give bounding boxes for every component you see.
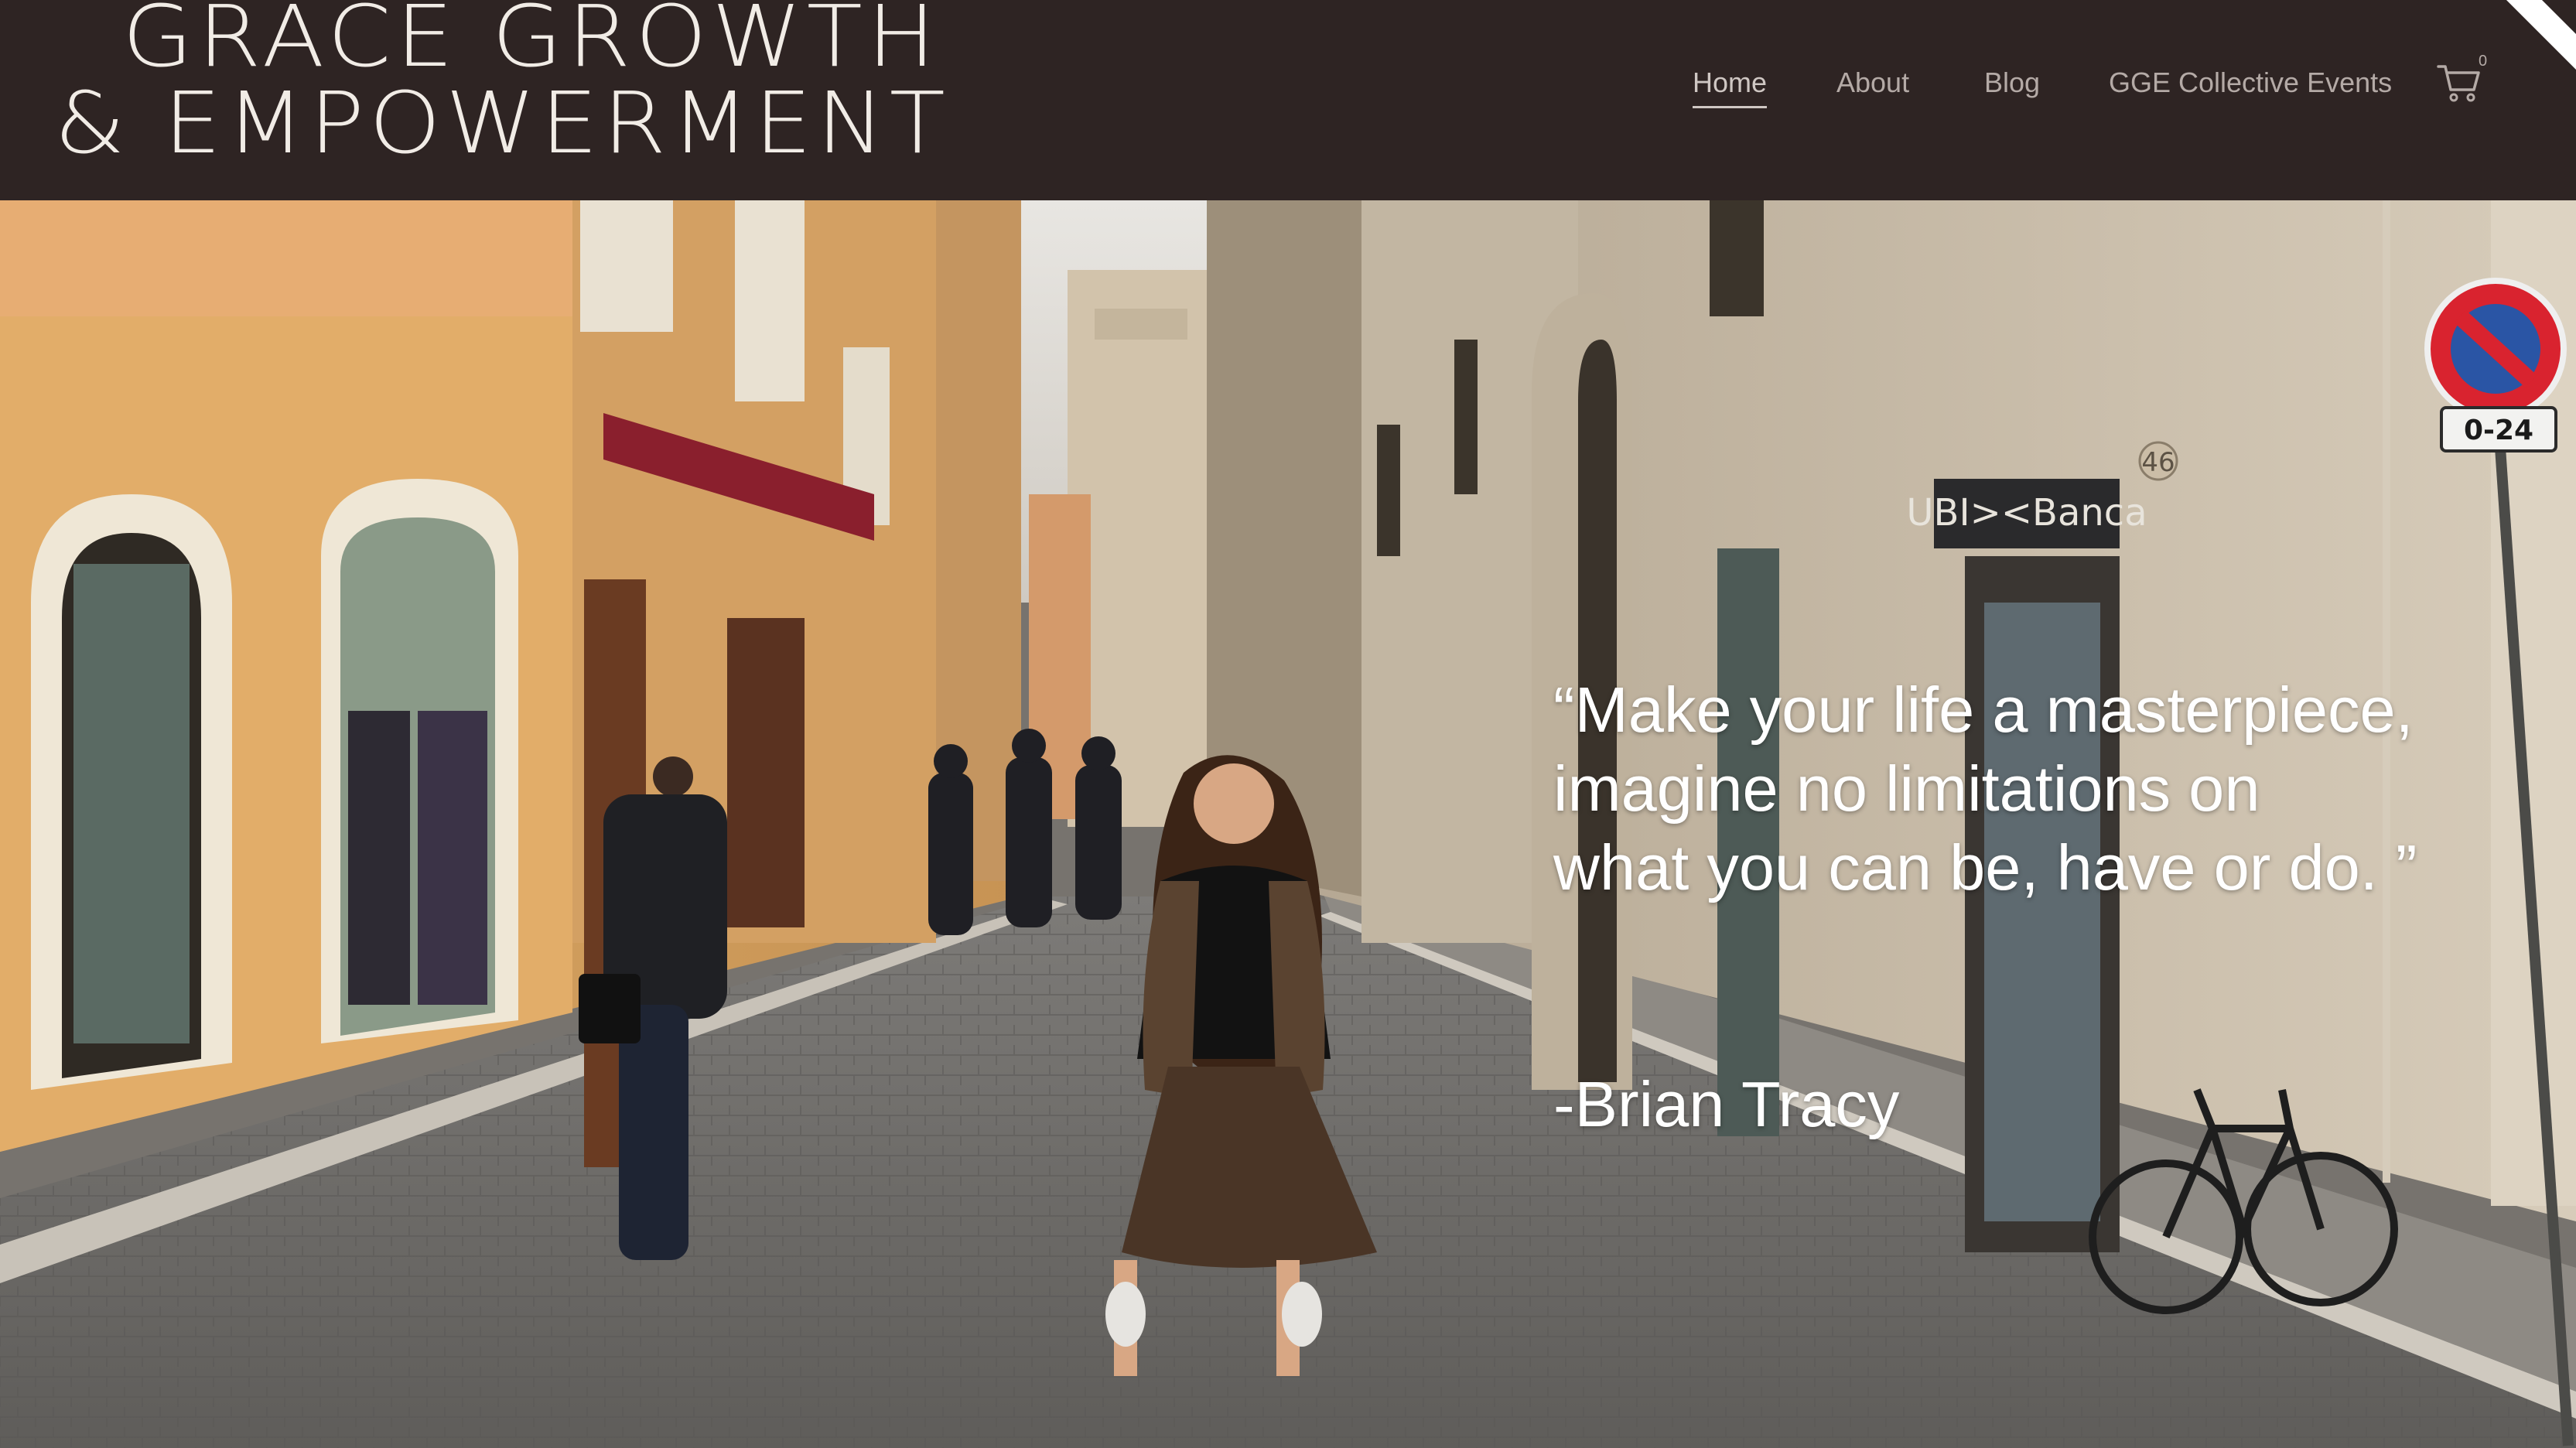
logo-line-1: GRACE GROWTH (122, 0, 941, 87)
quote-line-2: imagine no limitations on (1553, 753, 2260, 825)
bank-sign-text: UBI><Banca (1906, 491, 2147, 534)
corner-badge-icon[interactable] (2506, 0, 2576, 70)
hero-section: UBI><Banca 46 0-24 “Make your life a mas… (0, 200, 2576, 1448)
nav-gge-collective-events[interactable]: GGE Collective Events (2109, 63, 2392, 102)
no-parking-hours-text: 0-24 (2464, 415, 2533, 446)
site-header: GRACE GROWTH & EMPOWERMENT Home About Bl… (0, 0, 2576, 200)
nav-home-label: Home (1693, 67, 1768, 98)
logo-line-2: & EMPOWERMENT (54, 73, 950, 173)
quote-line-3: what you can be, have or do. ” (1553, 832, 2417, 903)
nav-home[interactable]: Home (1693, 63, 1768, 108)
quote-author: -Brian Tracy (1553, 1068, 1900, 1140)
address-number-text: 46 (2141, 447, 2175, 478)
active-nav-underline (1693, 106, 1768, 108)
nav-about[interactable]: About (1836, 63, 1909, 102)
quote-line-1: “Make your life a masterpiece, (1553, 674, 2414, 746)
nav-blog[interactable]: Blog (1984, 63, 2040, 102)
site-logo[interactable]: GRACE GROWTH & EMPOWERMENT (54, 0, 945, 178)
cart-count-badge: 0 (2479, 53, 2488, 70)
cart-icon[interactable] (2437, 62, 2482, 104)
hero-quote: “Make your life a masterpiece, imagine n… (1553, 671, 2559, 907)
